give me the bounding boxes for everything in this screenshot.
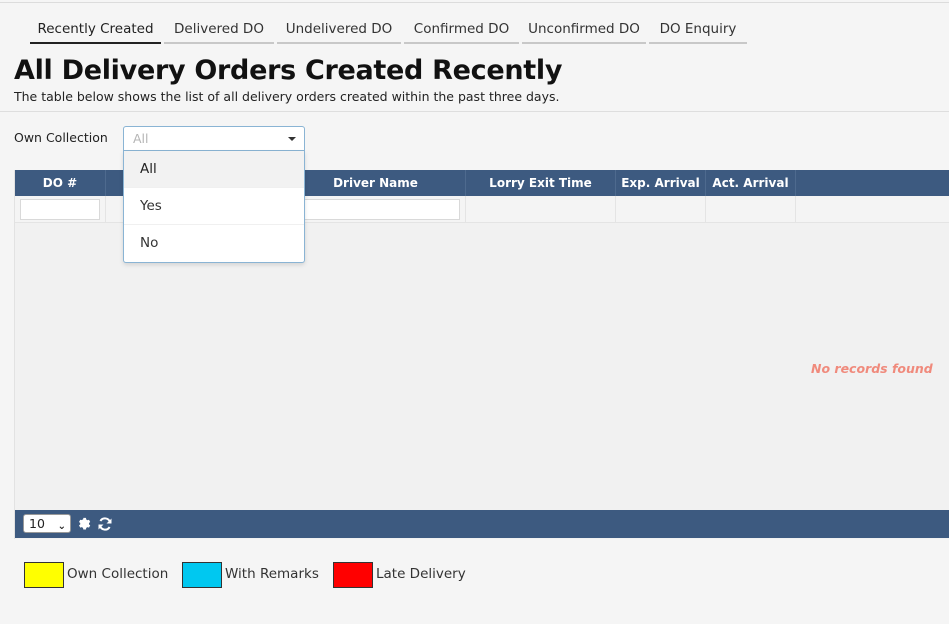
column-header-act-arrival[interactable]: Act. Arrival bbox=[706, 170, 796, 196]
column-header-driver-name[interactable]: Driver Name bbox=[286, 170, 466, 196]
tab-do-enquiry[interactable]: DO Enquiry bbox=[649, 18, 747, 44]
filter-cell-driver-name bbox=[286, 196, 466, 223]
top-border bbox=[0, 2, 949, 3]
filter-cell-lorry-exit-time bbox=[466, 196, 616, 223]
empty-state-message: No records found bbox=[811, 361, 933, 376]
filter-cell-exp-arrival bbox=[616, 196, 706, 223]
filter-cell-do-number bbox=[15, 196, 106, 223]
legend-swatch-yellow bbox=[24, 562, 64, 588]
column-header-lorry-exit-time[interactable]: Lorry Exit Time bbox=[466, 170, 616, 196]
legend-label: Own Collection bbox=[67, 566, 169, 582]
grid-pager: 10 ⌄ bbox=[15, 510, 949, 538]
tab-unconfirmed-do[interactable]: Unconfirmed DO bbox=[522, 18, 646, 44]
page-size-value: 10 bbox=[29, 516, 45, 531]
tab-recently-created[interactable]: Recently Created bbox=[30, 18, 161, 44]
page-title: All Delivery Orders Created Recently bbox=[14, 55, 563, 86]
page-subtitle: The table below shows the list of all de… bbox=[14, 89, 560, 104]
section-divider bbox=[0, 111, 949, 112]
own-collection-select[interactable]: All bbox=[123, 126, 305, 151]
refresh-icon[interactable] bbox=[97, 516, 113, 532]
filter-cell-act-arrival bbox=[706, 196, 796, 223]
caret-down-icon bbox=[288, 137, 296, 141]
own-collection-option-yes[interactable]: Yes bbox=[124, 188, 304, 225]
legend-swatch-cyan bbox=[182, 562, 222, 588]
legend-label: With Remarks bbox=[225, 566, 319, 582]
tab-undelivered-do[interactable]: Undelivered DO bbox=[277, 18, 401, 44]
legend-swatch-red bbox=[333, 562, 373, 588]
tab-delivered-do[interactable]: Delivered DO bbox=[164, 18, 274, 44]
column-header-do-number[interactable]: DO # bbox=[15, 170, 106, 196]
gear-icon[interactable] bbox=[77, 516, 93, 532]
own-collection-select-value: All bbox=[133, 131, 149, 146]
own-collection-option-no[interactable]: No bbox=[124, 225, 304, 262]
page-size-select[interactable]: 10 ⌄ bbox=[23, 514, 71, 533]
tab-bar: Recently Created Delivered DO Undelivere… bbox=[30, 18, 750, 44]
column-header-exp-arrival[interactable]: Exp. Arrival bbox=[616, 170, 706, 196]
chevron-down-icon: ⌄ bbox=[57, 521, 66, 532]
driver-name-filter-input[interactable] bbox=[296, 199, 460, 220]
column-header-extra bbox=[796, 170, 949, 196]
do-number-filter-input[interactable] bbox=[20, 199, 100, 220]
tab-confirmed-do[interactable]: Confirmed DO bbox=[404, 18, 519, 44]
own-collection-option-all[interactable]: All bbox=[124, 151, 304, 188]
own-collection-label: Own Collection bbox=[14, 130, 108, 145]
legend-label: Late Delivery bbox=[376, 566, 466, 582]
own-collection-dropdown: All Yes No bbox=[123, 151, 305, 263]
